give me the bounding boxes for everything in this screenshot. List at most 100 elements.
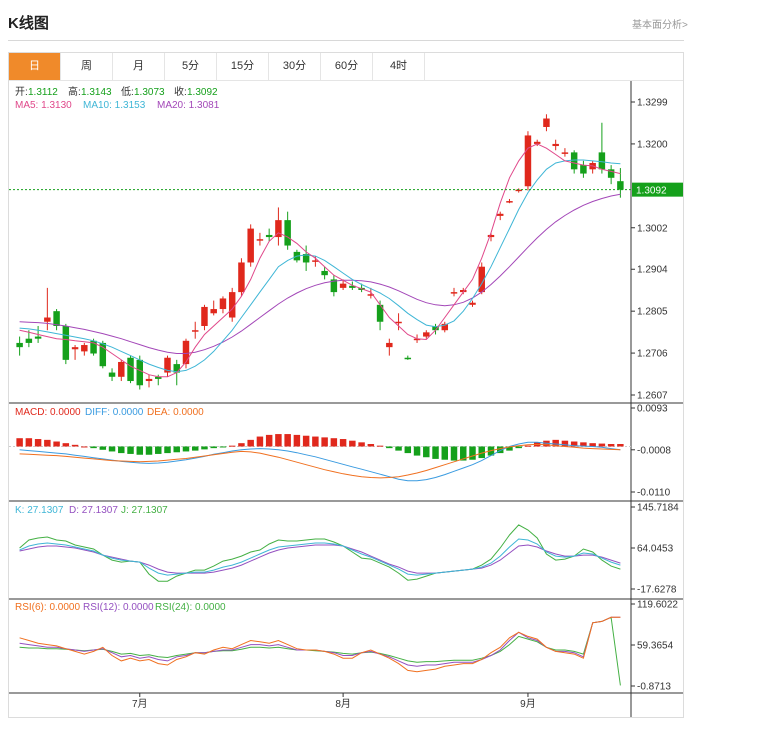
macd-bar [441,446,449,460]
info-value-close: 1.3092 [187,87,218,98]
info-value-high: 1.3143 [81,87,112,98]
ma20-legend: MA20: 1.3081 [157,100,220,111]
rsi6-line [19,616,621,673]
price-tick-label: 1.2706 [637,349,668,360]
macd-bar [191,446,199,451]
price-tick-label: 1.3200 [637,139,668,150]
macd-bar [358,442,365,447]
candle-body [524,135,532,187]
candle-body [469,302,476,305]
macd-bar [598,443,606,447]
macd-bar [118,446,125,454]
macd-bar [210,446,217,449]
macd-bar [44,439,51,447]
price-tick-label: 1.3299 [637,98,668,109]
dea-legend: DEA: 0.0000 [147,407,204,418]
candle-body [228,292,236,318]
candle-body [496,213,504,216]
macd-bar [238,443,245,447]
macd-bar [90,446,97,449]
kline-chart: 1.3299 1.3200 1.3002 1.2904 1.2805 1.2706 1.26… [9,81,683,717]
candle-body [136,359,144,386]
rsi-tick-label: 59.3654 [637,641,674,652]
macd-bar [16,438,23,447]
info-label-high: 高: [68,85,81,98]
macd-bar [293,434,301,447]
candle-body [395,321,402,324]
macd-bar [312,436,319,447]
macd-bar [524,445,532,447]
candle-body [256,239,264,241]
macd-bar [164,446,171,454]
macd-bar [469,446,476,460]
candle-body [617,181,624,190]
macd-bar [182,446,190,452]
macd-bar [173,446,180,453]
candle-body [53,311,60,326]
candle-body [386,342,393,348]
macd-bar [127,446,134,454]
candle-body [284,220,291,246]
candle-body [580,165,587,174]
macd-tick-label: -0.0008 [637,445,671,456]
price-tick-label: 1.2607 [637,391,668,402]
candle-body [561,152,569,154]
candle-body [34,336,42,339]
macd-bar [321,437,328,447]
macd-bar [145,446,153,455]
candle-body [108,372,116,377]
rsi-tick-label: -0.8713 [637,682,671,693]
candle-body [552,143,559,147]
macd-bar [404,446,412,454]
macd-bar [53,441,60,447]
time-tick-label: 9月 [520,698,536,710]
price-tick-label: 1.2904 [637,265,668,276]
candle-body [506,201,513,203]
candle-body [145,378,153,382]
macd-bar [349,440,356,447]
macd-bar [284,434,291,447]
info-label-open: 开: [15,87,28,98]
macd-bar [71,444,79,447]
macd-bar [201,446,208,450]
header-divider [8,40,684,41]
info-value-low: 1.3073 [134,87,165,98]
diff-legend: DIFF: 0.0000 [85,407,144,418]
info-value-open: 1.3112 [28,87,58,98]
fundamental-analysis-link[interactable]: 基本面分析> [632,16,688,31]
macd-bar [155,446,162,454]
macd-bar [265,434,273,447]
macd-bar [339,439,347,447]
macd-bar [62,443,70,447]
macd-bar [423,446,430,458]
kdj-k-line [19,538,621,576]
candle-body [487,234,495,238]
candle-body [62,325,70,360]
macd-bar [34,439,42,447]
ma10-legend: MA10: 1.3153 [83,100,146,111]
candle-body [265,234,273,238]
candle-body [543,118,550,127]
candle-body [182,340,190,365]
info-label-low: 低: [121,85,134,98]
candle-body [191,330,199,332]
kdj-tick-label: 145.7184 [637,503,679,514]
page-title: K线图 [8,15,49,32]
rsi12-legend: RSI(12): 0.0000 [83,602,154,613]
macd-bar [108,446,116,452]
macd-bar [432,446,439,459]
macd-bar [256,436,264,447]
candle-body [201,306,208,326]
candle-body [404,357,412,360]
k-legend: K: 27.1307 [15,505,64,516]
macd-bar [376,445,384,447]
candle-body [247,228,254,263]
macd-tick-label: -0.0110 [637,488,671,499]
chart-panel: 日周月 5分 15分 30分 60分 4时 1.3299 1.3200 1.3002 1.290… [8,52,684,718]
rsi24-legend: RSI(24): 0.0000 [155,602,226,613]
candle-body [339,283,347,288]
macd-bar [607,444,615,447]
d-legend: D: 27.1307 [69,505,118,516]
candle-body [44,317,51,322]
rsi-tick-label: 119.6022 [637,600,678,611]
